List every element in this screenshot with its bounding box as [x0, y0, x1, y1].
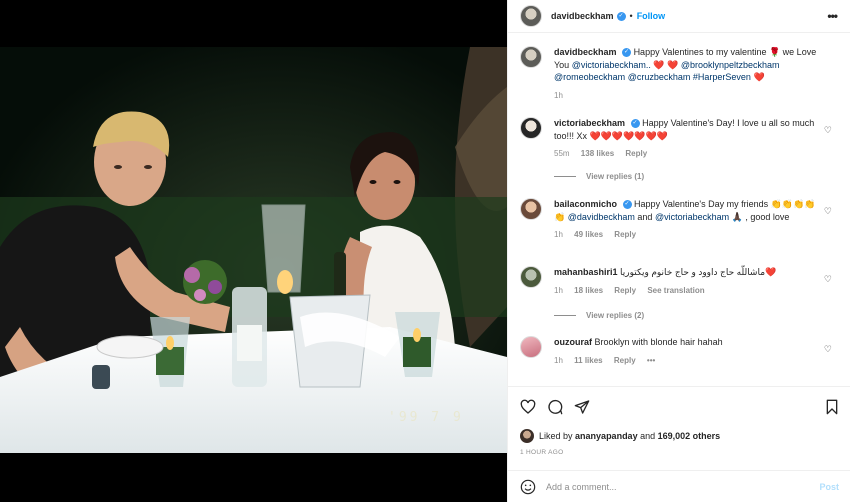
photo-illustration — [0, 47, 507, 453]
comment-time[interactable]: 55m — [554, 149, 570, 158]
liker-avatar[interactable] — [520, 429, 534, 443]
emoji-smiley-icon[interactable] — [520, 479, 536, 495]
liked-by-user[interactable]: ananyapanday — [575, 431, 638, 441]
caption-mention[interactable]: @cruzbeckham — [628, 72, 691, 82]
liked-by-suffix: and — [640, 431, 656, 441]
comment-likes[interactable]: 49 likes — [574, 230, 603, 239]
reply-button[interactable]: Reply — [614, 286, 636, 295]
comment-likes[interactable]: 18 likes — [574, 286, 603, 295]
caption-username[interactable]: davidbeckham — [554, 47, 617, 57]
comment-time[interactable]: 1h — [554, 230, 563, 239]
save-bookmark-icon[interactable] — [825, 399, 839, 415]
comment-body: bailaconmicho ✓ Happy Valentine's Day my… — [554, 198, 822, 242]
post-header: davidbeckham ✓ • Follow ••• — [508, 0, 850, 33]
photo-date-stamp: '99 7 9 — [388, 410, 464, 425]
comment-mention[interactable]: @victoriabeckham — [655, 212, 729, 222]
liked-by-summary: Liked by ananyapanday and 169,002 others — [520, 429, 720, 443]
like-heart-icon[interactable]: ♡ — [824, 274, 832, 285]
author-username[interactable]: davidbeckham — [551, 11, 614, 21]
post-details-panel: davidbeckham ✓ • Follow ••• davidbeckham… — [507, 0, 850, 502]
comment-meta: 1h 18 likes Reply See translation — [554, 285, 822, 298]
follow-button[interactable]: Follow — [637, 11, 666, 21]
like-heart-icon[interactable]: ♡ — [824, 125, 832, 136]
comment-item: ouzouraf Brooklyn with blonde hair hahah… — [520, 336, 840, 367]
caption-mention[interactable]: @brooklynpeltzbeckham — [681, 60, 780, 70]
verified-badge-icon: ✓ — [622, 200, 632, 210]
post-comment-button[interactable]: Post — [819, 482, 839, 492]
liked-by-prefix: Liked by — [539, 431, 573, 441]
commenter-avatar[interactable] — [520, 198, 542, 220]
comment-body: mahanbashiri1 ماشاللّه حاج داوود و حاج خ… — [554, 266, 822, 297]
caption-meta: 1h — [554, 90, 822, 103]
caption: davidbeckham ✓ Happy Valentines to my va… — [520, 46, 840, 102]
caption-body: davidbeckham ✓ Happy Valentines to my va… — [554, 46, 822, 102]
view-replies-button[interactable]: View replies (1) — [554, 172, 644, 181]
view-replies-button[interactable]: View replies (2) — [554, 311, 644, 320]
comment-text: ماشاللّه حاج داوود و حاج خانوم ویکتوریا❤… — [620, 267, 777, 277]
post-actions: Liked by ananyapanday and 169,002 others… — [508, 386, 850, 466]
comment-username[interactable]: ouzouraf — [554, 337, 592, 347]
share-paper-plane-icon[interactable] — [574, 399, 590, 415]
verified-badge-icon: ✓ — [630, 119, 640, 129]
post-time-ago[interactable]: 1 HOUR AGO — [520, 449, 563, 456]
author-avatar[interactable] — [520, 5, 542, 27]
comment-username[interactable]: bailaconmicho — [554, 199, 617, 209]
comment-meta: 1h 49 likes Reply — [554, 229, 822, 242]
comment-bubble-icon[interactable] — [547, 399, 563, 415]
verified-badge-icon: ✓ — [616, 11, 626, 21]
comment-likes[interactable]: 138 likes — [581, 149, 614, 158]
caption-hearts: ❤️ — [753, 72, 765, 82]
comment-body: victoriabeckham ✓ Happy Valentine's Day!… — [554, 117, 822, 161]
reply-button[interactable]: Reply — [614, 230, 636, 239]
comments-list[interactable]: davidbeckham ✓ Happy Valentines to my va… — [508, 34, 850, 386]
verified-badge-icon: ✓ — [622, 48, 632, 58]
more-horizontal-icon[interactable]: ••• — [827, 9, 838, 23]
caption-hashtag[interactable]: #HarperSeven — [693, 72, 751, 82]
add-comment-bar: Post — [508, 470, 850, 502]
like-heart-icon[interactable] — [520, 399, 536, 415]
post-media-pane: '99 7 9 — [0, 0, 507, 502]
commenter-avatar[interactable] — [520, 336, 542, 358]
comment-likes[interactable]: 11 likes — [574, 356, 602, 365]
separator-dot: • — [629, 11, 633, 21]
comment-time[interactable]: 1h — [554, 286, 563, 295]
reply-button[interactable]: Reply — [614, 356, 636, 365]
caption-avatar[interactable] — [520, 46, 542, 68]
like-heart-icon[interactable]: ♡ — [824, 344, 832, 355]
see-translation-button[interactable]: See translation — [647, 286, 704, 295]
like-heart-icon[interactable]: ♡ — [824, 206, 832, 217]
comment-meta: 55m 138 likes Reply — [554, 148, 822, 161]
comment-username[interactable]: mahanbashiri1 — [554, 267, 618, 277]
comment-time[interactable]: 1h — [554, 356, 563, 365]
comment-text: and — [637, 211, 653, 222]
reply-button[interactable]: Reply — [625, 149, 647, 158]
comment-item: mahanbashiri1 ماشاللّه حاج داوود و حاج خ… — [520, 266, 840, 297]
caption-time[interactable]: 1h — [554, 91, 563, 100]
comment-item: bailaconmicho ✓ Happy Valentine's Day my… — [520, 198, 840, 242]
add-comment-input[interactable] — [546, 481, 806, 492]
caption-mention[interactable]: @romeobeckham — [554, 72, 625, 82]
comment-meta: 1h 11 likes Reply ••• — [554, 355, 822, 368]
comment-more-options[interactable]: ••• — [647, 356, 655, 365]
caption-hearts: ❤️ ❤️ — [653, 59, 679, 70]
comment-item: victoriabeckham ✓ Happy Valentine's Day!… — [520, 117, 840, 161]
comment-text: 🙏🏿 , good love — [731, 211, 790, 222]
comment-body: ouzouraf Brooklyn with blonde hair hahah… — [554, 336, 822, 367]
caption-mention[interactable]: @victoriabeckham.. — [572, 60, 651, 70]
comment-mention[interactable]: @davidbeckham — [568, 212, 635, 222]
comment-text: Brooklyn with blonde hair hahah — [594, 337, 723, 347]
likes-count[interactable]: 169,002 others — [658, 431, 721, 441]
comment-username[interactable]: victoriabeckham — [554, 118, 625, 128]
commenter-avatar[interactable] — [520, 117, 542, 139]
post-photo[interactable]: '99 7 9 — [0, 47, 507, 453]
commenter-avatar[interactable] — [520, 266, 542, 288]
